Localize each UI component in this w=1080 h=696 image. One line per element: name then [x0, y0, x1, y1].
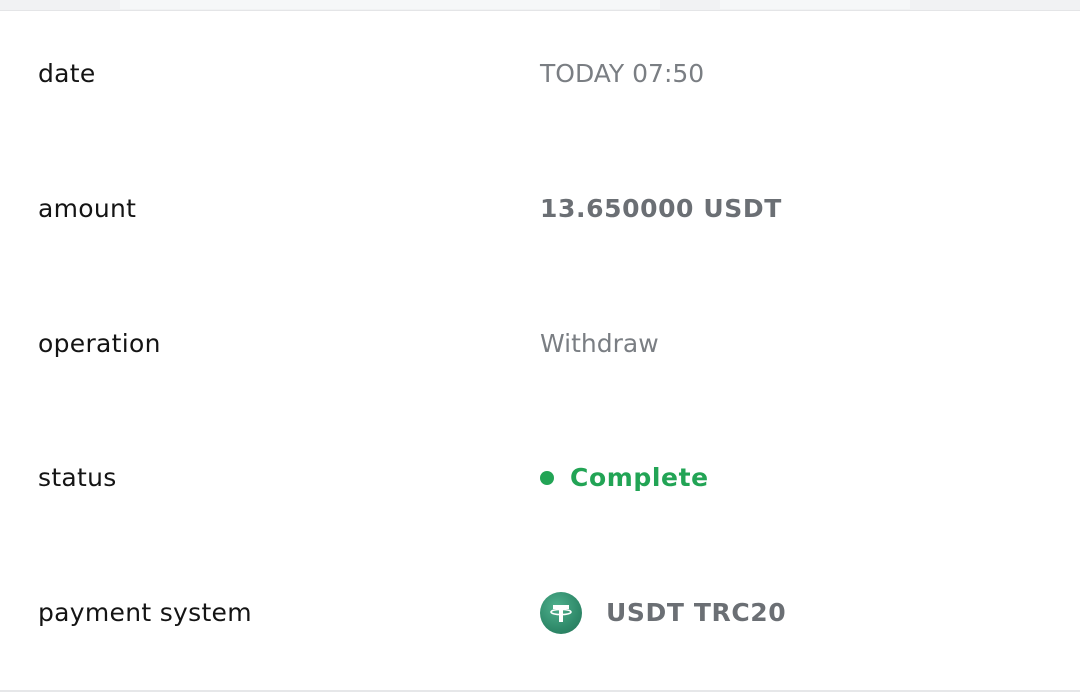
detail-row-status: status Complete: [0, 448, 1080, 508]
date-value: TODAY 07:50: [540, 59, 705, 88]
status-label: status: [38, 463, 117, 492]
payment-system-value: USDT TRC20: [606, 598, 787, 627]
transaction-details-panel: date TODAY 07:50 amount 13.650000 USDT o…: [0, 10, 1080, 690]
top-strip-segment: [120, 0, 660, 9]
status-text: Complete: [570, 463, 709, 492]
operation-label: operation: [38, 329, 161, 358]
tether-usdt-icon: [540, 592, 582, 634]
operation-value: Withdraw: [540, 329, 659, 358]
detail-row-amount: amount 13.650000 USDT: [0, 179, 1080, 239]
payment-system-label: payment system: [38, 598, 252, 627]
top-strip-segment: [720, 0, 910, 9]
date-label: date: [38, 59, 96, 88]
detail-row-operation: operation Withdraw: [0, 314, 1080, 374]
amount-value: 13.650000 USDT: [540, 194, 782, 223]
status-value: Complete: [540, 448, 709, 508]
detail-row-payment-system: payment system USDT TRC20: [0, 583, 1080, 643]
detail-row-date: date TODAY 07:50: [0, 44, 1080, 104]
bottom-divider: [0, 690, 1080, 692]
amount-label: amount: [38, 194, 137, 223]
status-dot-icon: [540, 470, 554, 485]
